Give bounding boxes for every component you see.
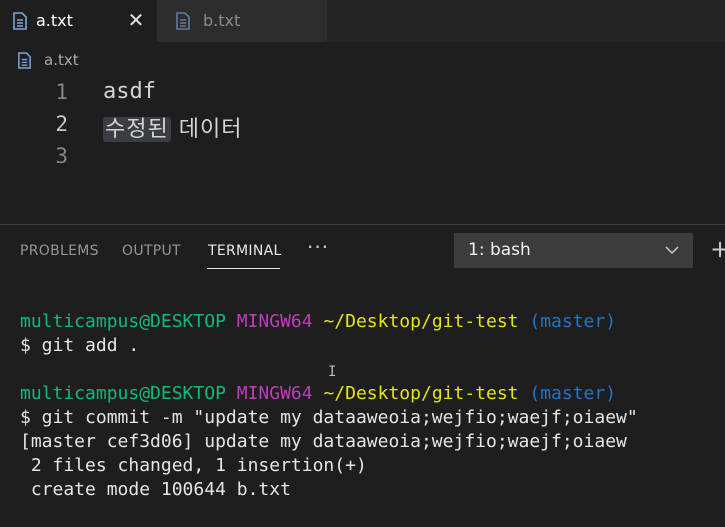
terminal-select-value: 1: bash: [468, 240, 531, 260]
editor-tab-bar: a.txt ✕ b.txt: [0, 0, 725, 42]
prompt-user: multicampus@DESKTOP: [20, 311, 226, 332]
terminal-select[interactable]: 1: bash: [454, 233, 693, 268]
terminal-command: $ git add .: [20, 335, 140, 356]
chevron-down-icon: [665, 246, 679, 255]
file-lines-icon: [18, 52, 31, 69]
line-text: 수정된 데이터: [103, 111, 242, 143]
line-number: 3: [55, 144, 68, 168]
prompt-path: ~/Desktop/git-test: [323, 383, 519, 404]
prompt-user: multicampus@DESKTOP: [20, 383, 226, 404]
selection-highlight: 수정된: [103, 117, 171, 142]
line-text: asdf: [103, 79, 156, 104]
terminal-output[interactable]: multicampus@DESKTOP MINGW64 ~/Desktop/gi…: [0, 275, 725, 527]
editor-line: 1 asdf: [0, 78, 725, 110]
prompt-path: ~/Desktop/git-test: [323, 311, 519, 332]
tab-problems[interactable]: PROBLEMS: [20, 243, 99, 259]
text-cursor-icon: I: [328, 364, 337, 380]
active-tab-indicator: [207, 268, 280, 269]
editor-line: 3: [0, 142, 725, 174]
terminal-prompt: multicampus@DESKTOP MINGW64 ~/Desktop/gi…: [20, 310, 616, 334]
file-lines-icon: [176, 12, 190, 30]
new-terminal-icon[interactable]: +: [710, 235, 725, 263]
line-number: 2: [55, 112, 68, 136]
tab-output[interactable]: OUTPUT: [122, 243, 181, 259]
code-editor[interactable]: 1 asdf 2 수정된 데이터 3: [0, 78, 725, 225]
panel-header: PROBLEMS OUTPUT TERMINAL ··· 1: bash +: [0, 225, 725, 275]
terminal-output-line: [master cef3d06] update my dataaweoia;we…: [20, 431, 627, 452]
tab-b-txt[interactable]: b.txt: [157, 0, 327, 42]
line-number: 1: [55, 80, 68, 104]
prompt-branch: (master): [529, 311, 617, 332]
prompt-host: MINGW64: [236, 311, 313, 332]
tab-label: b.txt: [203, 11, 241, 30]
terminal-output-line: 2 files changed, 1 insertion(+): [20, 455, 367, 476]
breadcrumb: a.txt: [0, 42, 725, 78]
file-lines-icon: [13, 12, 27, 30]
tab-terminal[interactable]: TERMINAL: [208, 243, 282, 259]
terminal-prompt: multicampus@DESKTOP MINGW64 ~/Desktop/gi…: [20, 382, 616, 406]
more-actions-icon[interactable]: ···: [307, 235, 329, 259]
terminal-output-line: create mode 100644 b.txt: [20, 479, 291, 500]
vscode-window: a.txt ✕ b.txt a.txt 1 asdf 2 수정된 데이터 3 P…: [0, 0, 725, 527]
terminal-command: $ git commit -m "update my dataaweoia;we…: [20, 407, 638, 428]
editor-line-current: 2 수정된 데이터: [0, 110, 725, 142]
breadcrumb-file[interactable]: a.txt: [44, 51, 79, 69]
tab-label: a.txt: [36, 11, 73, 30]
prompt-branch: (master): [529, 383, 617, 404]
line-text-rest: 데이터: [170, 117, 243, 142]
prompt-host: MINGW64: [236, 383, 313, 404]
tab-a-txt[interactable]: a.txt ✕: [0, 0, 157, 42]
close-icon[interactable]: ✕: [124, 7, 148, 33]
